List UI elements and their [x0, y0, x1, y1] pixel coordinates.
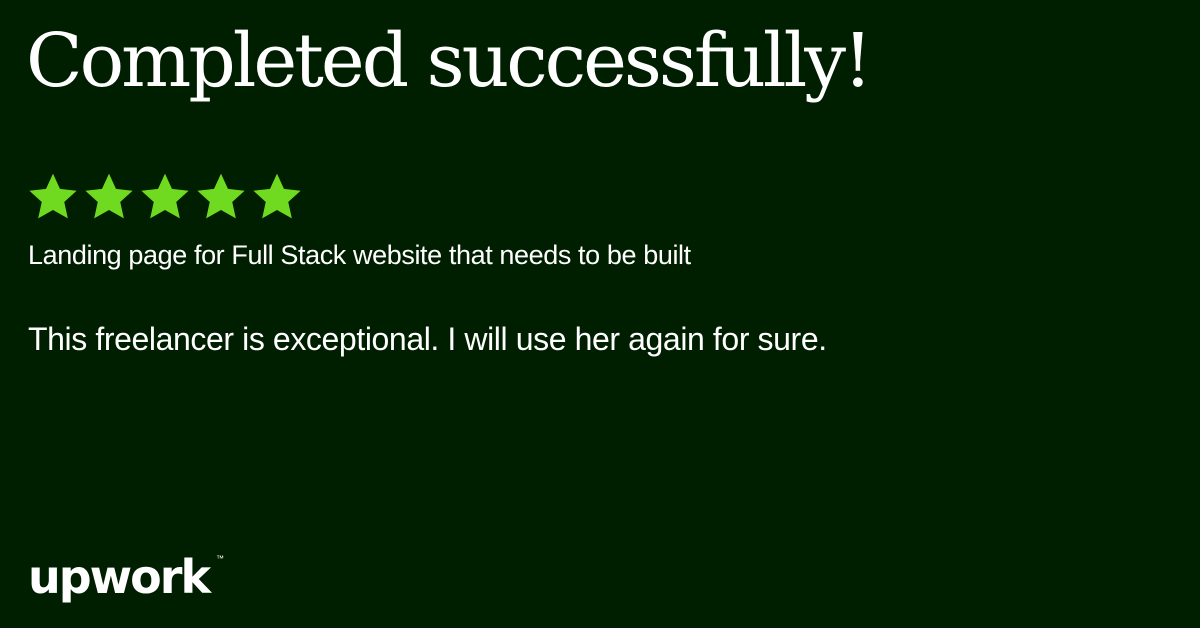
star-icon: [194, 170, 248, 224]
upwork-logo: upwork ™: [28, 552, 228, 618]
star-icon: [138, 170, 192, 224]
logo-wordmark: upwork: [28, 550, 211, 604]
trademark-symbol: ™: [216, 554, 224, 563]
project-title: Landing page for Full Stack website that…: [28, 240, 691, 270]
star-rating: [26, 170, 304, 224]
review-card: Completed successfully! Landing page for…: [0, 0, 1200, 628]
review-text: This freelancer is exceptional. I will u…: [28, 321, 827, 357]
star-icon: [82, 170, 136, 224]
star-icon: [250, 170, 304, 224]
headline: Completed successfully!: [26, 18, 873, 104]
star-icon: [26, 170, 80, 224]
